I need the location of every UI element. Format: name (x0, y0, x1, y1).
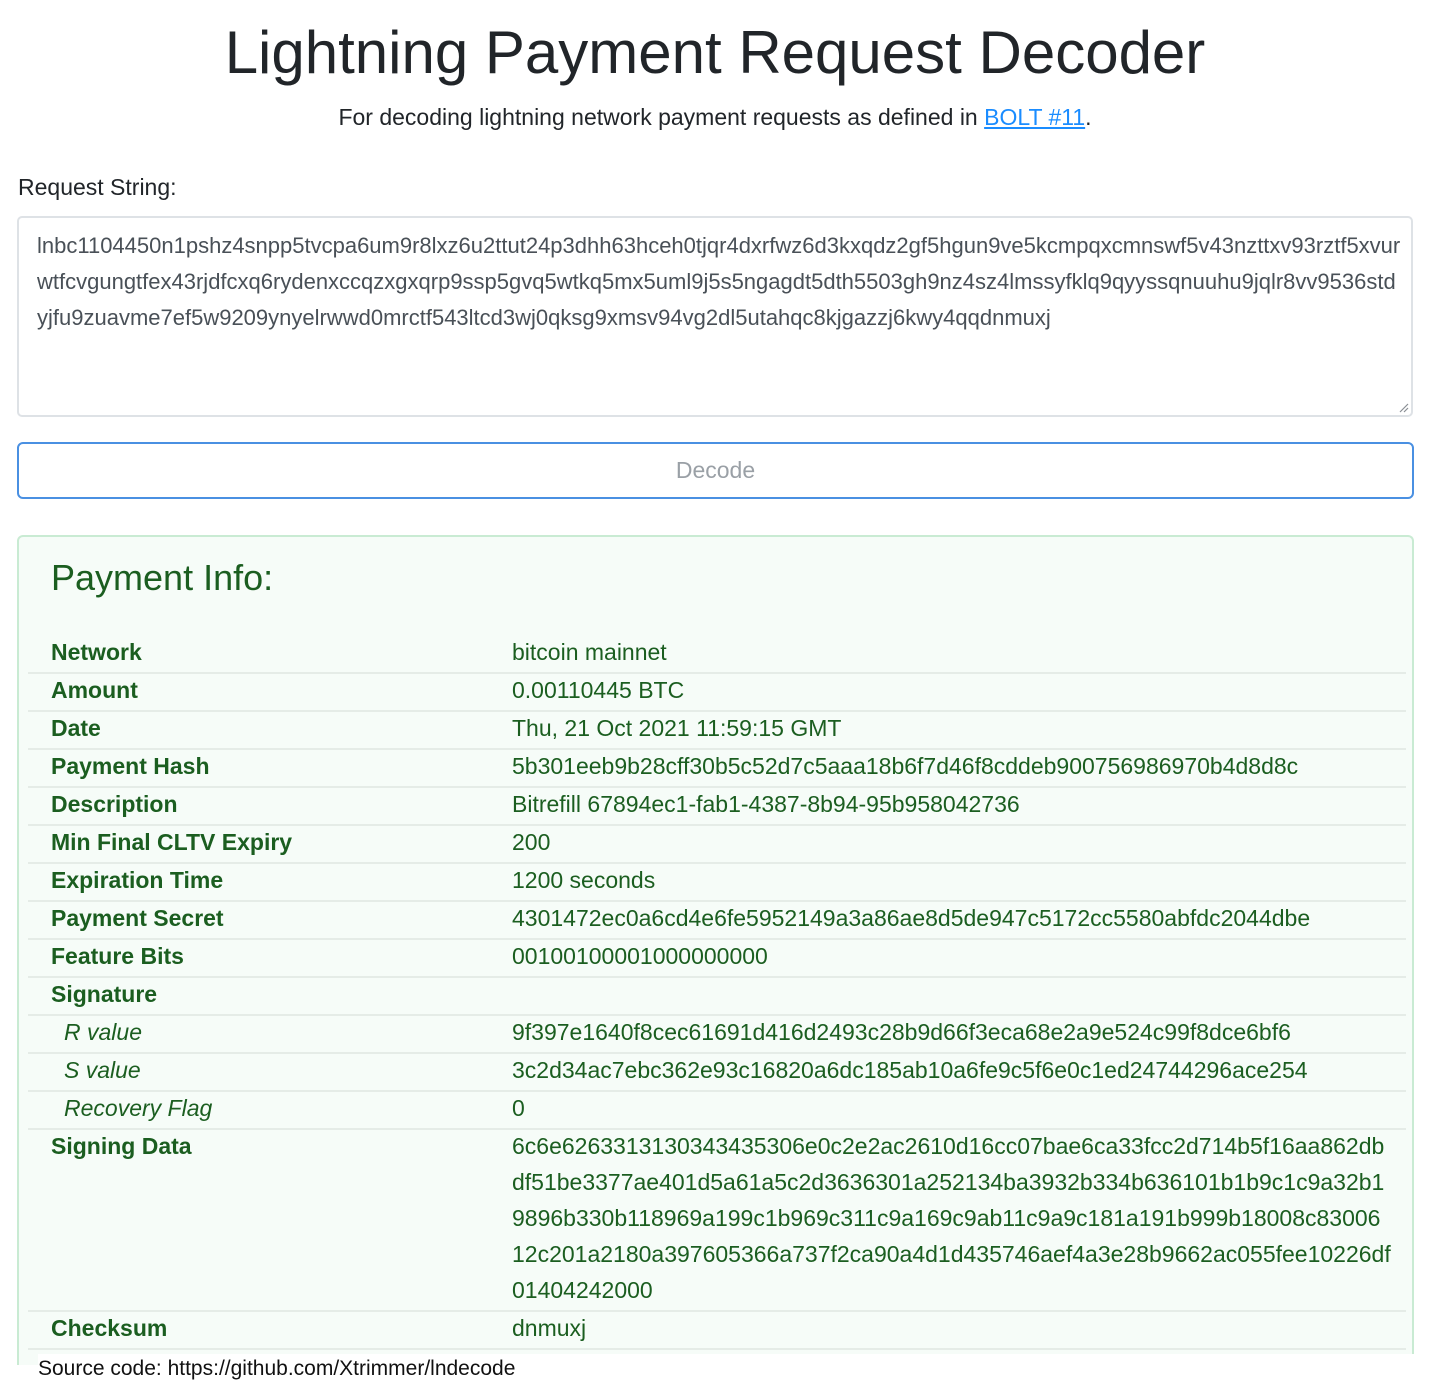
source-code-text: Source code: https://github.com/Xtrimmer… (38, 1357, 516, 1380)
info-row: Expiration Time 1200 seconds (28, 862, 1406, 902)
payment-info-title: Payment Info: (51, 557, 274, 598)
page-title: Lightning Payment Request Decoder (224, 19, 1206, 86)
request-string-textarea[interactable]: lnbc1104450n1pshz4snpp5tvcpa6um9r8lxz6u2… (17, 216, 1413, 417)
info-value: 1200 seconds (512, 867, 656, 893)
bolt11-link[interactable]: BOLT #11 (984, 104, 1085, 130)
info-row: Signing Data 6c6e6263313130343435306e0c2e… (28, 1128, 1406, 1312)
subtitle-period: . (1085, 104, 1092, 130)
info-value: 0.00110445 BTC (512, 677, 685, 703)
info-key: Payment Hash (51, 753, 210, 779)
info-value: 9f397e1640f8cec61691d416d2493c28b9d66f3e… (512, 1019, 1291, 1045)
info-value: bitcoin mainnet (512, 639, 667, 665)
info-row: Payment Secret 4301472ec0a6cd4e6fe5952149… (28, 900, 1406, 940)
info-key: Min Final CLTV Expiry (51, 829, 293, 855)
resize-grip-icon[interactable] (1397, 401, 1409, 413)
info-value: dnmuxj (512, 1315, 587, 1341)
subtitle: For decoding lightning network payment r… (0, 102, 1430, 132)
info-key: Checksum (51, 1315, 168, 1341)
info-key: R value (64, 1019, 142, 1045)
info-row: Min Final CLTV Expiry 200 (28, 824, 1406, 864)
info-key: Signature (51, 981, 158, 1007)
info-value: 200 (512, 829, 551, 855)
info-key: Expiration Time (51, 867, 224, 893)
info-value: 6c6e6263313130343435306e0c2e2ac2610d16cc… (512, 1133, 1391, 1303)
info-row: Feature Bits 00100100001000000000 (28, 938, 1406, 978)
info-row: Signature (28, 976, 1406, 1016)
info-row: Description Bitrefill 67894ec1-fab1-4387-… (28, 786, 1406, 826)
info-value: Thu, 21 Oct 2021 11:59:15 GMT (512, 715, 842, 741)
info-row: Date Thu, 21 Oct 2021 11:59:15 GMT (28, 710, 1406, 750)
info-key: Recovery Flag (64, 1095, 213, 1121)
info-key: Amount (51, 677, 138, 703)
info-value: 3c2d34ac7ebc362e93c16820a6dc185ab10a6fe9… (512, 1057, 1308, 1083)
request-string-label: Request String: (18, 174, 177, 200)
info-row: Recovery Flag 0 (28, 1090, 1406, 1130)
info-value: 00100100001000000000 (512, 943, 768, 969)
info-value: 5b301eeb9b28cff30b5c52d7c5aaa18b6f7d46f8… (512, 753, 1299, 779)
footer-note: Source code: https://github.com/Xtrimmer… (38, 1354, 1430, 1396)
info-value: 0 (512, 1095, 525, 1121)
decode-button[interactable]: Decode (17, 442, 1414, 499)
info-row: Checksum dnmuxj (28, 1310, 1406, 1350)
info-row: Payment Hash 5b301eeb9b28cff30b5c52d7c5aa… (28, 748, 1406, 788)
info-key: Signing Data (51, 1133, 192, 1159)
request-string-value[interactable]: lnbc1104450n1pshz4snpp5tvcpa6um9r8lxz6u2… (37, 228, 1402, 336)
info-row: Network bitcoin mainnet (28, 634, 1406, 674)
info-value: Bitrefill 67894ec1-fab1-4387-8b94-95b958… (512, 791, 1020, 817)
info-key: Date (51, 715, 101, 741)
info-value: 4301472ec0a6cd4e6fe5952149a3a86ae8d5de94… (512, 905, 1311, 931)
info-row: R value 9f397e1640f8cec61691d416d2493c28b… (28, 1014, 1406, 1054)
payment-info-card: Payment Info: Network bitcoin mainnet Amou… (17, 535, 1414, 1365)
info-key: Payment Secret (51, 905, 224, 931)
info-key: Network (51, 639, 142, 665)
info-row: Amount 0.00110445 BTC (28, 672, 1406, 712)
info-key: Feature Bits (51, 943, 184, 969)
subtitle-text: For decoding lightning network payment r… (338, 104, 985, 130)
info-key: Description (51, 791, 178, 817)
info-row: S value 3c2d34ac7ebc362e93c16820a6dc185ab… (28, 1052, 1406, 1092)
info-key: S value (64, 1057, 141, 1083)
